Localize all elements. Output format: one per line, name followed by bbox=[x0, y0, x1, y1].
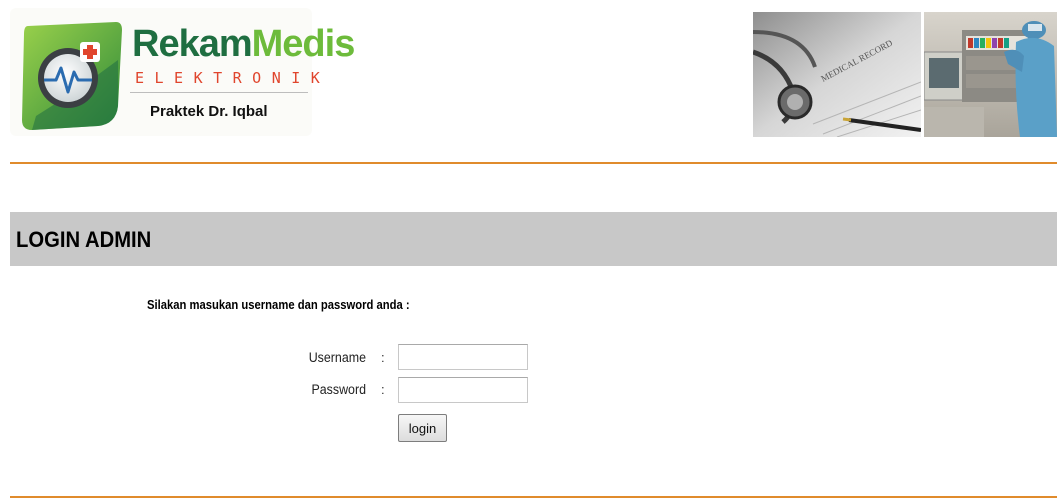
logo-subtitle: Praktek Dr. Iqbal bbox=[150, 103, 268, 120]
page-title-bar: LOGIN ADMIN bbox=[10, 212, 1057, 266]
login-page: RekamMedis ELEKTRONIK Praktek Dr. Iqbal … bbox=[0, 0, 1057, 504]
password-input[interactable] bbox=[398, 377, 528, 403]
site-logo: RekamMedis ELEKTRONIK Praktek Dr. Iqbal bbox=[10, 8, 355, 136]
doctor-filing-cabinet-photo bbox=[924, 12, 1057, 137]
header-divider bbox=[10, 162, 1057, 164]
logo-title: RekamMedis bbox=[132, 23, 356, 65]
password-label: Password bbox=[311, 382, 366, 397]
logo-title-part2: Medis bbox=[251, 23, 356, 65]
username-separator: : bbox=[381, 350, 385, 365]
medical-record-stethoscope-photo: MEDICAL RECORD bbox=[753, 12, 921, 137]
footer-divider bbox=[10, 496, 1057, 498]
logo-title-part1: Rekam bbox=[132, 23, 253, 65]
username-input[interactable] bbox=[398, 344, 528, 370]
page-title: LOGIN ADMIN bbox=[16, 227, 152, 252]
login-button[interactable]: login bbox=[398, 414, 447, 442]
username-label: Username bbox=[308, 350, 366, 365]
logo-divider bbox=[130, 92, 308, 93]
password-separator: : bbox=[381, 382, 385, 397]
login-instruction: Silakan masukan username dan password an… bbox=[147, 298, 410, 312]
logo-tagline: ELEKTRONIK bbox=[135, 69, 331, 87]
heartbeat-emblem-icon bbox=[22, 22, 122, 130]
